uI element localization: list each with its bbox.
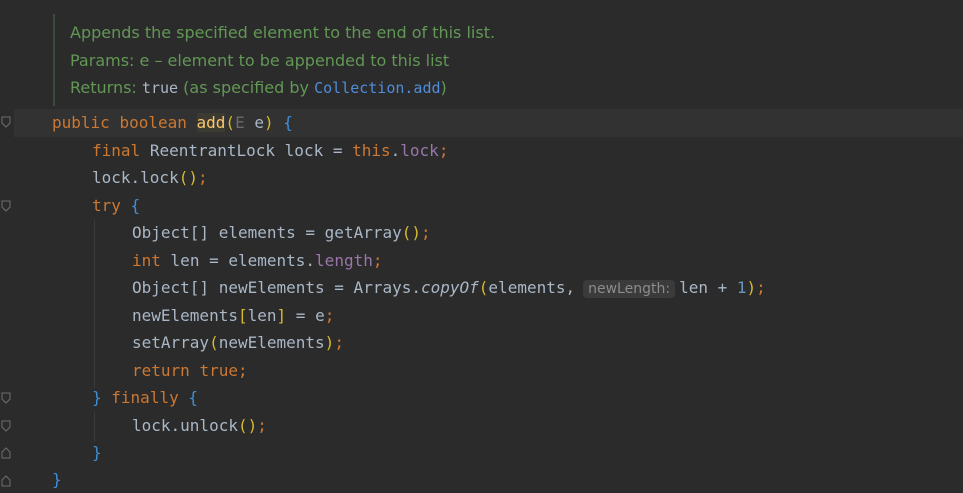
- code-line-return[interactable]: return true;: [132, 357, 248, 384]
- paren-open: (: [209, 333, 219, 352]
- semicolon: ;: [237, 361, 248, 380]
- unlock-call-text: lock.unlock: [132, 416, 238, 435]
- index-len: len: [247, 306, 277, 325]
- code-line-method-signature[interactable]: public boolean add(E e) {: [52, 109, 293, 136]
- dot: .: [390, 141, 401, 160]
- semicolon: ;: [756, 278, 766, 297]
- assign-e: = e: [295, 306, 325, 325]
- code-area[interactable]: public boolean add(E e) { final Reentran…: [0, 0, 963, 493]
- lock-decl-text: ReentrantLock lock =: [149, 141, 343, 160]
- keyword-this: this: [352, 141, 391, 160]
- call-get-array: getArray: [324, 223, 402, 242]
- semicolon: ;: [197, 168, 208, 187]
- bracket-close: ]: [276, 306, 287, 325]
- keyword-finally: finally: [111, 388, 179, 407]
- keyword-boolean: boolean: [119, 113, 187, 132]
- keyword-int: int: [132, 251, 161, 270]
- type-param: E: [235, 113, 245, 132]
- semicolon: ;: [257, 416, 267, 435]
- brace-close: }: [52, 470, 62, 489]
- elements-decl-text: Object[] elements =: [132, 223, 316, 242]
- semicolon: ;: [334, 333, 344, 352]
- brace-close: }: [92, 443, 102, 462]
- code-line-close-method[interactable]: }: [52, 466, 62, 493]
- method-name: add: [196, 113, 226, 132]
- bracket-open: [: [237, 306, 248, 325]
- len-decl-text: len = elements.: [170, 251, 316, 270]
- code-line-copy-of[interactable]: Object[] newElements = Arrays.copyOf(ele…: [132, 274, 766, 301]
- paren-close: ): [324, 333, 335, 352]
- new-elements-ref: newElements: [132, 306, 238, 325]
- arg-new-elements: newElements: [218, 333, 325, 352]
- code-line-get-array[interactable]: Object[] elements = getArray();: [132, 219, 431, 246]
- code-line-assign-element[interactable]: newElements[len] = e;: [132, 302, 334, 329]
- brace-open: {: [130, 196, 141, 215]
- lock-call-text: lock.lock: [92, 168, 179, 187]
- paren-close: ): [263, 113, 274, 132]
- parameter-hint: newLength:: [583, 280, 676, 298]
- field-length: length: [315, 251, 373, 270]
- new-elements-decl-text: Object[] newElements = Arrays.: [132, 278, 421, 297]
- code-line-len[interactable]: int len = elements.length;: [132, 247, 382, 274]
- code-line-finally[interactable]: } finally {: [92, 384, 198, 411]
- semicolon: ;: [324, 306, 335, 325]
- keyword-return: return: [132, 361, 190, 380]
- semicolon: ;: [372, 251, 383, 270]
- code-line-set-array[interactable]: setArray(newElements);: [132, 329, 344, 356]
- brace-open: {: [283, 113, 293, 132]
- parens: (): [178, 168, 198, 187]
- code-line-close-finally[interactable]: }: [92, 439, 102, 466]
- code-editor[interactable]: Appends the specified element to the end…: [0, 0, 963, 493]
- call-set-array: setArray: [132, 333, 210, 352]
- code-line-lock-decl[interactable]: final ReentrantLock lock = this.lock;: [92, 137, 448, 164]
- parens: (): [401, 223, 421, 242]
- brace-close: }: [92, 388, 102, 407]
- semicolon: ;: [438, 141, 449, 160]
- paren-close: ): [746, 278, 757, 297]
- arg-elements: elements,: [488, 278, 576, 297]
- paren-open: (: [225, 113, 236, 132]
- keyword-public: public: [52, 113, 110, 132]
- parens: (): [237, 416, 258, 435]
- keyword-true: true: [199, 361, 238, 380]
- param-name: e: [254, 113, 264, 132]
- call-copy-of: copyOf: [420, 278, 479, 297]
- brace-open: {: [188, 388, 198, 407]
- semicolon: ;: [421, 223, 431, 242]
- field-lock: lock: [400, 141, 439, 160]
- code-line-try[interactable]: try {: [92, 192, 140, 219]
- code-line-lock-call[interactable]: lock.lock();: [92, 164, 208, 191]
- keyword-try: try: [92, 196, 121, 215]
- number-literal: 1: [736, 278, 747, 297]
- keyword-final: final: [92, 141, 141, 160]
- code-line-unlock[interactable]: lock.unlock();: [132, 412, 267, 439]
- arg-len-plus: len +: [679, 278, 728, 297]
- paren-open: (: [478, 278, 489, 297]
